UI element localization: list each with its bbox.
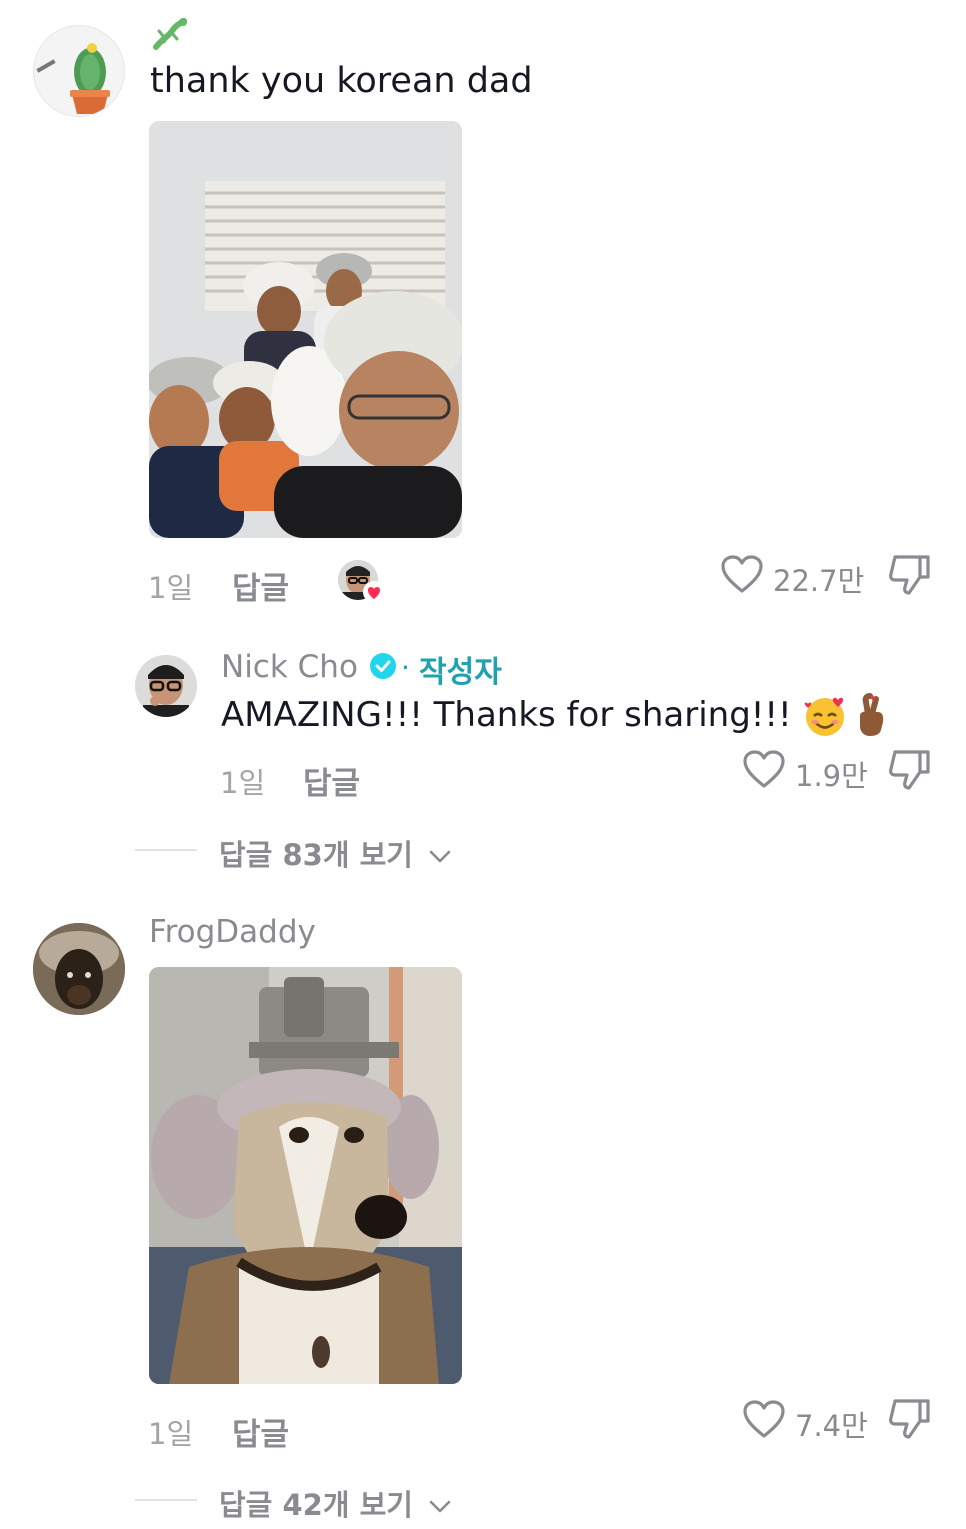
divider-line xyxy=(135,1499,197,1501)
chevron-down-icon xyxy=(429,1500,451,1513)
like-count: 22.7만 xyxy=(773,564,865,598)
heart-badge-icon xyxy=(363,581,385,603)
reply-username[interactable]: Nick Cho xyxy=(221,649,358,685)
comment-date: 1일 xyxy=(148,571,194,605)
like-heart-icon[interactable] xyxy=(742,748,786,792)
author-label: 작성자 xyxy=(419,655,502,690)
like-count: 7.4만 xyxy=(795,1409,868,1443)
reply-avatar[interactable] xyxy=(135,655,197,717)
comment-username[interactable]: FrogDaddy xyxy=(149,914,316,950)
user-avatar[interactable] xyxy=(33,25,125,117)
view-replies-label: 답글 83개 보기 xyxy=(219,838,413,872)
reply-button[interactable]: 답글 xyxy=(232,1409,289,1454)
view-replies-button[interactable]: 답글 83개 보기 xyxy=(219,832,451,874)
cactus-avatar-icon xyxy=(36,43,110,114)
reply-text: AMAZING!!! Thanks for sharing!!! xyxy=(221,695,792,735)
comment-date: 1일 xyxy=(148,1417,194,1451)
like-heart-icon[interactable] xyxy=(720,553,764,597)
comment-photo[interactable] xyxy=(149,967,462,1384)
verified-badge-icon xyxy=(370,653,396,679)
smiling-hearts-emoji-icon xyxy=(804,697,844,736)
creator-liked-badge xyxy=(338,560,385,604)
reply-button[interactable]: 답글 xyxy=(232,563,289,608)
family-selfie-image xyxy=(149,121,462,538)
reply-reply-button[interactable]: 답글 xyxy=(303,758,360,803)
dog-with-towel-hat-image xyxy=(149,967,462,1384)
divider-line xyxy=(135,849,197,851)
reply-like-count: 1.9만 xyxy=(795,759,868,793)
comment-text: thank you korean dad xyxy=(150,61,533,101)
dislike-icon[interactable] xyxy=(887,1396,933,1442)
user-avatar[interactable] xyxy=(33,923,125,1015)
finger-heart-emoji-icon xyxy=(860,693,884,736)
dislike-icon[interactable] xyxy=(887,747,933,793)
reply-date: 1일 xyxy=(220,766,266,800)
man-glasses-avatar-icon xyxy=(135,655,197,717)
lizard-icon xyxy=(153,18,187,50)
chevron-down-icon xyxy=(429,850,451,863)
view-replies-button[interactable]: 답글 42개 보기 xyxy=(219,1482,451,1524)
like-heart-icon[interactable] xyxy=(742,1398,786,1442)
comment-photo[interactable] xyxy=(149,121,462,538)
view-replies-label: 답글 42개 보기 xyxy=(219,1488,413,1522)
dislike-icon[interactable] xyxy=(887,552,933,598)
dog-avatar-icon xyxy=(33,923,125,1015)
separator-dot: · xyxy=(401,651,410,684)
